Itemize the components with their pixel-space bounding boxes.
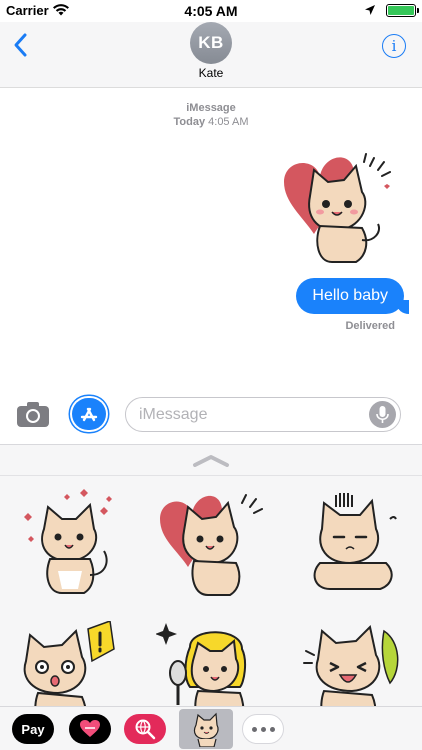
digital-touch-icon[interactable] xyxy=(69,714,111,744)
sent-message-bubble[interactable]: Hello baby xyxy=(296,278,409,314)
apple-pay-label: Pay xyxy=(21,721,45,737)
conversation-day: Today xyxy=(173,116,206,128)
conversation-time: 4:05 AM xyxy=(208,116,249,128)
drawer-divider xyxy=(0,475,422,476)
delivery-status: Delivered xyxy=(345,320,395,332)
avatar-initials: KB xyxy=(198,33,224,52)
status-bar: Carrier 4:05 AM xyxy=(0,0,422,22)
app-store-glyph xyxy=(80,407,98,422)
kitten-heart-dancing-sticker[interactable] xyxy=(156,489,266,599)
search-globe-glyph xyxy=(135,719,156,740)
message-input-field[interactable] xyxy=(125,397,401,432)
kitten-sad-sticker[interactable] xyxy=(300,489,410,599)
more-dot xyxy=(260,726,266,732)
kitten-app-glyph xyxy=(193,712,219,747)
microphone-icon[interactable] xyxy=(369,401,396,428)
status-time: 4:05 AM xyxy=(184,3,238,19)
apple-pay-icon[interactable]: Pay xyxy=(12,714,54,744)
imessage-app-strip: Pay xyxy=(0,706,422,750)
info-icon[interactable]: i xyxy=(382,34,406,58)
sent-sticker[interactable] xyxy=(274,146,400,268)
digital-touch-heart-glyph xyxy=(80,720,100,737)
app-store-icon[interactable] xyxy=(72,398,106,430)
drawer-expand-handle[interactable] xyxy=(192,453,230,467)
battery-fill xyxy=(388,6,414,15)
image-search-icon[interactable] xyxy=(124,714,166,744)
more-dot xyxy=(251,726,257,732)
microphone-glyph xyxy=(376,406,389,423)
contact-avatar[interactable]: KB xyxy=(190,22,232,64)
camera-icon[interactable] xyxy=(16,400,50,428)
more-dot xyxy=(269,726,275,732)
service-label: iMessage xyxy=(186,102,236,114)
back-chevron-icon[interactable] xyxy=(10,32,32,58)
conversation-meta: iMessage Today 4:05 AM xyxy=(0,101,422,129)
location-icon xyxy=(365,5,375,15)
kitten-hearts-sticker[interactable] xyxy=(14,489,124,599)
contact-name[interactable]: Kate xyxy=(0,66,422,80)
conversation-header: KB Kate i xyxy=(0,22,422,88)
more-apps-icon[interactable] xyxy=(242,714,284,744)
sticker-drawer xyxy=(0,444,422,731)
message-input[interactable] xyxy=(126,398,356,431)
kitten-sticker-app-icon[interactable] xyxy=(179,709,233,749)
message-text: Hello baby xyxy=(312,287,388,304)
battery-icon xyxy=(386,4,419,17)
